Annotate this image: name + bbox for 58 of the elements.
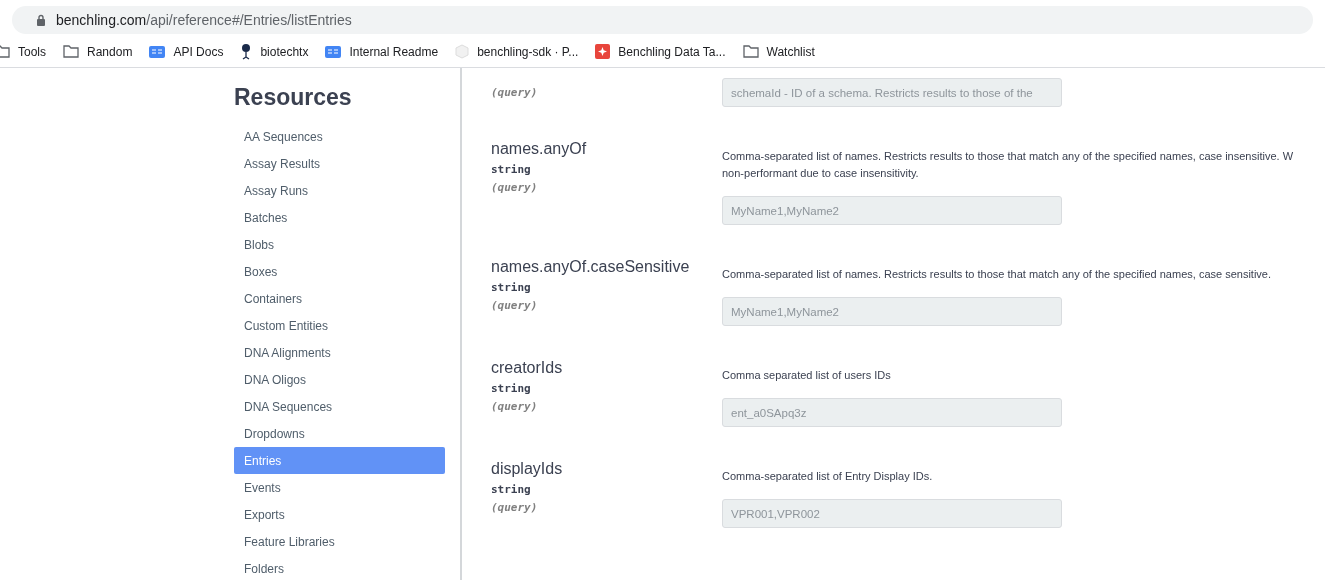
bookmark-link[interactable]: Benchling Data Ta...	[618, 44, 726, 59]
parameter-type: string	[491, 281, 532, 294]
bookmark-link[interactable]: biotechtx	[260, 44, 309, 59]
book-icon	[149, 45, 166, 58]
folder-icon	[742, 45, 759, 58]
sidebar-item[interactable]: Boxes	[234, 258, 445, 285]
parameter-name: names.anyOf	[491, 140, 588, 158]
bookmark-link[interactable]: Tools	[18, 44, 46, 59]
sidebar-item[interactable]: DNA Sequences	[234, 393, 445, 420]
app-icon	[595, 44, 611, 59]
parameter-location: (query)	[491, 400, 539, 413]
parameter-input[interactable]: MyName1,MyName2	[722, 297, 1062, 326]
parameter-name: creatorIds	[491, 359, 564, 377]
sidebar-item[interactable]: Containers	[234, 285, 445, 312]
address-bar[interactable]: benchling.com/api/reference#/Entries/listEntries	[12, 6, 1313, 34]
bookmark-link[interactable]: Watchlist	[766, 44, 815, 59]
parameter-description: Comma-separated list of Entry Display IDs.	[722, 469, 934, 484]
lock-icon	[36, 14, 46, 26]
sidebar-item[interactable]: DNA Oligos	[234, 366, 445, 393]
parameter-input[interactable]: ent_a0SApq3z	[722, 398, 1062, 427]
sidebar-item[interactable]: Events	[234, 474, 445, 501]
parameter-name: names.anyOf.caseSensitive	[491, 258, 691, 276]
sidebar-item[interactable]: Blobs	[234, 231, 445, 258]
cube-icon	[455, 44, 470, 59]
parameter-type: string	[491, 382, 532, 395]
parameter-description: Comma-separated list of names. Restricts results to those that match any of the specified names, case sensitive.	[722, 267, 1272, 282]
parameter-location: (query)	[491, 181, 539, 194]
bookmark-link[interactable]: API Docs	[173, 44, 224, 59]
url-path: /api/reference#/Entries/listEntries	[146, 12, 352, 28]
parameter-input[interactable]: VPR001,VPR002	[722, 499, 1062, 528]
book-icon	[325, 45, 342, 58]
parameter-description: Comma-separated list of names. Restricts results to those that match any of the specified names, case insensitive. W non-performant due to case insensitivity.	[722, 149, 1294, 181]
parameter-input[interactable]: schemaId - ID of a schema. Restricts results to those of the	[722, 78, 1062, 107]
sidebar-item[interactable]: DNA Alignments	[234, 339, 445, 366]
url-host: benchling.com	[56, 12, 147, 28]
sidebar-item[interactable]: Exports	[234, 501, 445, 528]
bookmark-link[interactable]: Random	[87, 44, 133, 59]
sidebar-item[interactable]: Dropdowns	[234, 420, 445, 447]
bookmark-link[interactable]: Internal Readme	[349, 44, 439, 59]
bookmark-link[interactable]: benchling-sdk · P...	[477, 44, 579, 59]
sidebar-item[interactable]: Assay Results	[234, 150, 445, 177]
parameter-location: (query)	[491, 299, 539, 312]
parameter-input[interactable]: MyName1,MyName2	[722, 196, 1062, 225]
sidebar-item[interactable]: Custom Entities	[234, 312, 445, 339]
folder-icon	[63, 45, 79, 58]
parameter-name: displayIds	[491, 460, 564, 478]
sidebar-item[interactable]: AA Sequences	[234, 123, 445, 150]
sidebar-item[interactable]: Batches	[234, 204, 445, 231]
sidebar-item[interactable]: Folders	[234, 555, 445, 580]
parameter-type: string	[491, 163, 532, 176]
parameter-location: (query)	[491, 86, 539, 99]
sidebar-item[interactable]: Assay Runs	[234, 177, 445, 204]
figure-icon	[240, 43, 253, 60]
sidebar-item[interactable]: Feature Libraries	[234, 528, 445, 555]
parameter-type: string	[491, 483, 532, 496]
parameter-location: (query)	[491, 501, 539, 514]
sidebar-title: Resources	[234, 84, 353, 111]
parameter-description: Comma separated list of users IDs	[722, 368, 892, 383]
